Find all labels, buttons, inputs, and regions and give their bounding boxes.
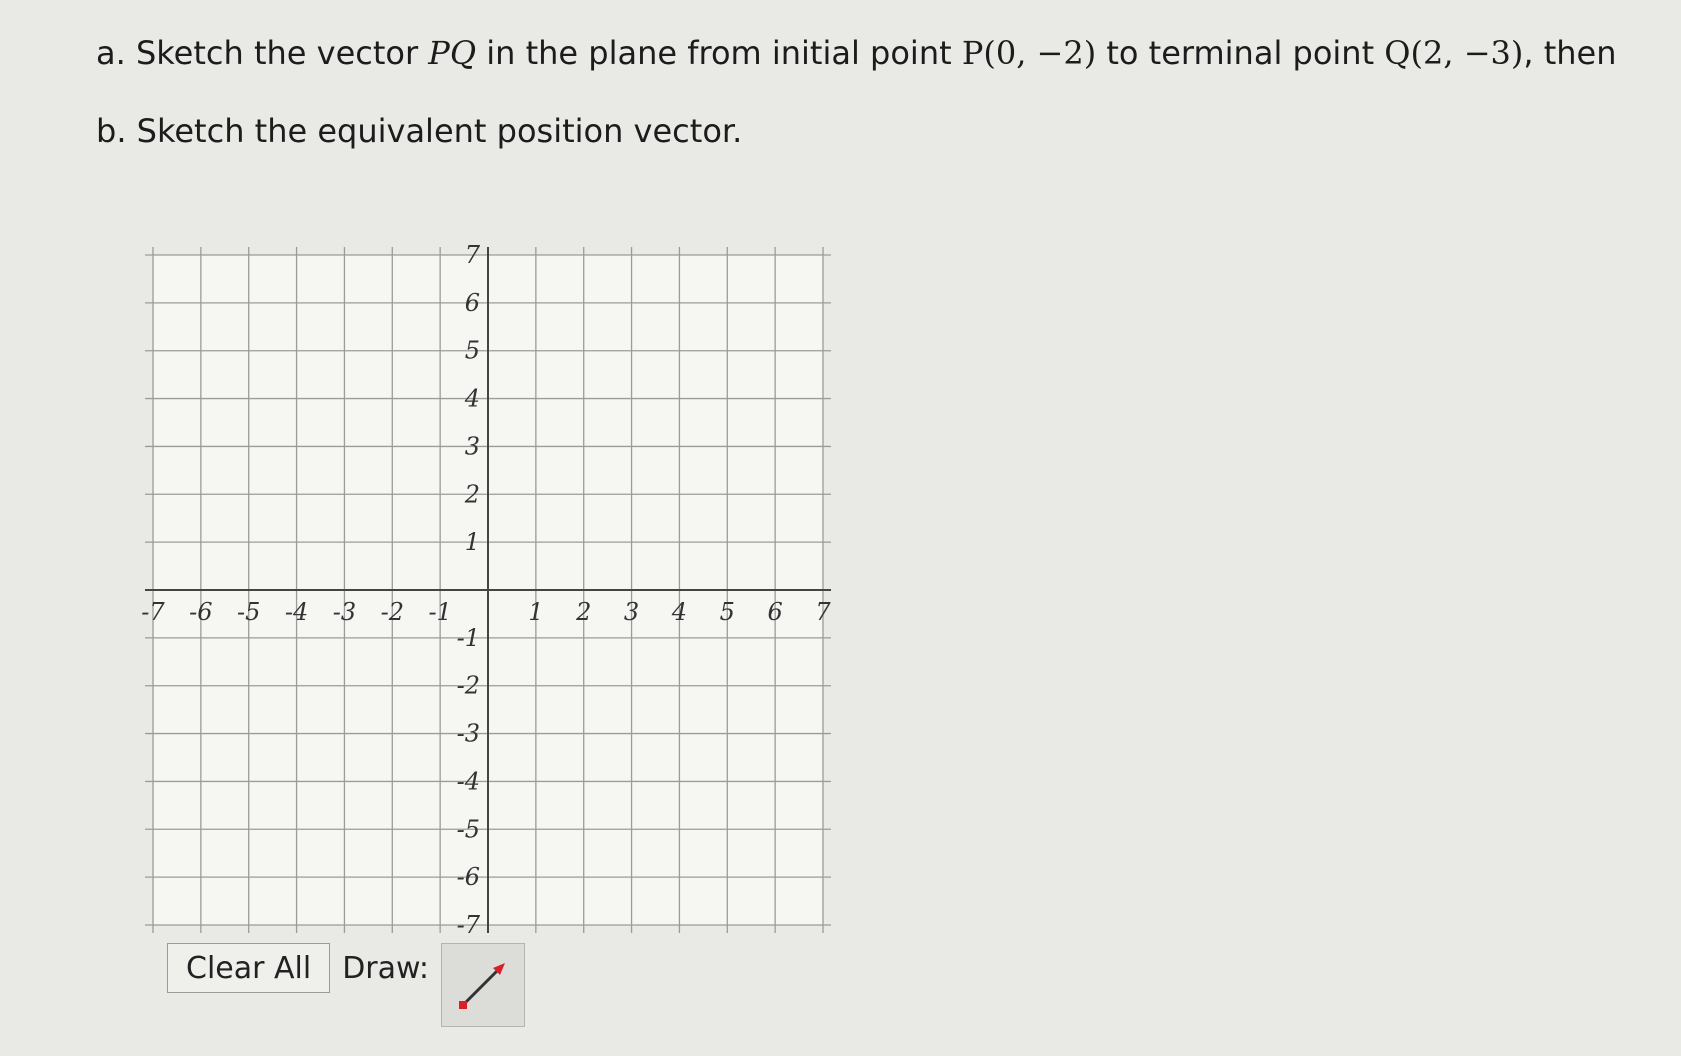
part-a-mid2: to terminal point	[1096, 34, 1385, 72]
x-tick-label: 3	[624, 598, 639, 626]
y-tick-label: -6	[457, 863, 480, 891]
clear-all-button[interactable]: Clear All	[167, 943, 331, 993]
x-tick-label: 2	[575, 598, 591, 626]
y-tick-label: -3	[457, 720, 480, 748]
y-tick-label: 3	[465, 432, 480, 460]
question-part-b: b. Sketch the equivalent position vector…	[96, 112, 743, 150]
y-tick-label: -5	[457, 815, 480, 843]
part-a-suffix: , then	[1523, 34, 1617, 72]
y-tick-label: 6	[465, 289, 480, 317]
x-tick-label: 5	[720, 598, 735, 626]
part-a-prefix: a. Sketch the vector	[96, 34, 429, 72]
point-p-label: P(0, −2)	[961, 34, 1097, 72]
y-tick-label: 1	[465, 528, 480, 556]
vector-pq-label: PQ	[428, 34, 477, 72]
y-tick-label: -1	[457, 624, 480, 652]
x-tick-label: 1	[528, 598, 543, 626]
x-tick-label: -5	[237, 598, 260, 626]
vector-tool-button[interactable]	[441, 943, 526, 1027]
y-tick-label: 4	[464, 385, 480, 413]
toolbar: Clear All Draw:	[167, 943, 526, 1027]
y-tick-label: 7	[465, 241, 481, 269]
vector-arrow-icon	[459, 963, 506, 1009]
x-tick-label: -1	[428, 598, 451, 626]
x-tick-label: -2	[381, 598, 404, 626]
y-tick-label: -4	[457, 767, 480, 795]
x-tick-label: -6	[189, 598, 212, 626]
x-tick-label: -3	[333, 598, 356, 626]
part-a-mid1: in the plane from initial point	[476, 34, 962, 72]
coordinate-grid[interactable]: -7 -6 -5 -4 -3 -2 -1 1 2 3 4 5 6 7 7 6 5 4 3 2 1 -1 -2 -3 -4 -5 -6…	[138, 240, 838, 940]
y-tick-label: 2	[464, 480, 480, 508]
x-tick-label: 7	[815, 598, 831, 626]
x-tick-label: 6	[768, 598, 783, 626]
x-tick-label: -7	[141, 598, 165, 626]
question-part-a: a. Sketch the vector PQ in the plane fro…	[96, 14, 1636, 92]
x-tick-label: 4	[671, 598, 687, 626]
y-tick-label: -7	[457, 911, 481, 939]
question-text: a. Sketch the vector PQ in the plane fro…	[96, 14, 1636, 170]
x-tick-label: -4	[285, 598, 308, 626]
draw-label: Draw:	[342, 950, 430, 986]
point-q-label: Q(2, −3)	[1384, 34, 1524, 72]
y-tick-label: 5	[465, 337, 480, 365]
y-tick-label: -2	[457, 672, 480, 700]
